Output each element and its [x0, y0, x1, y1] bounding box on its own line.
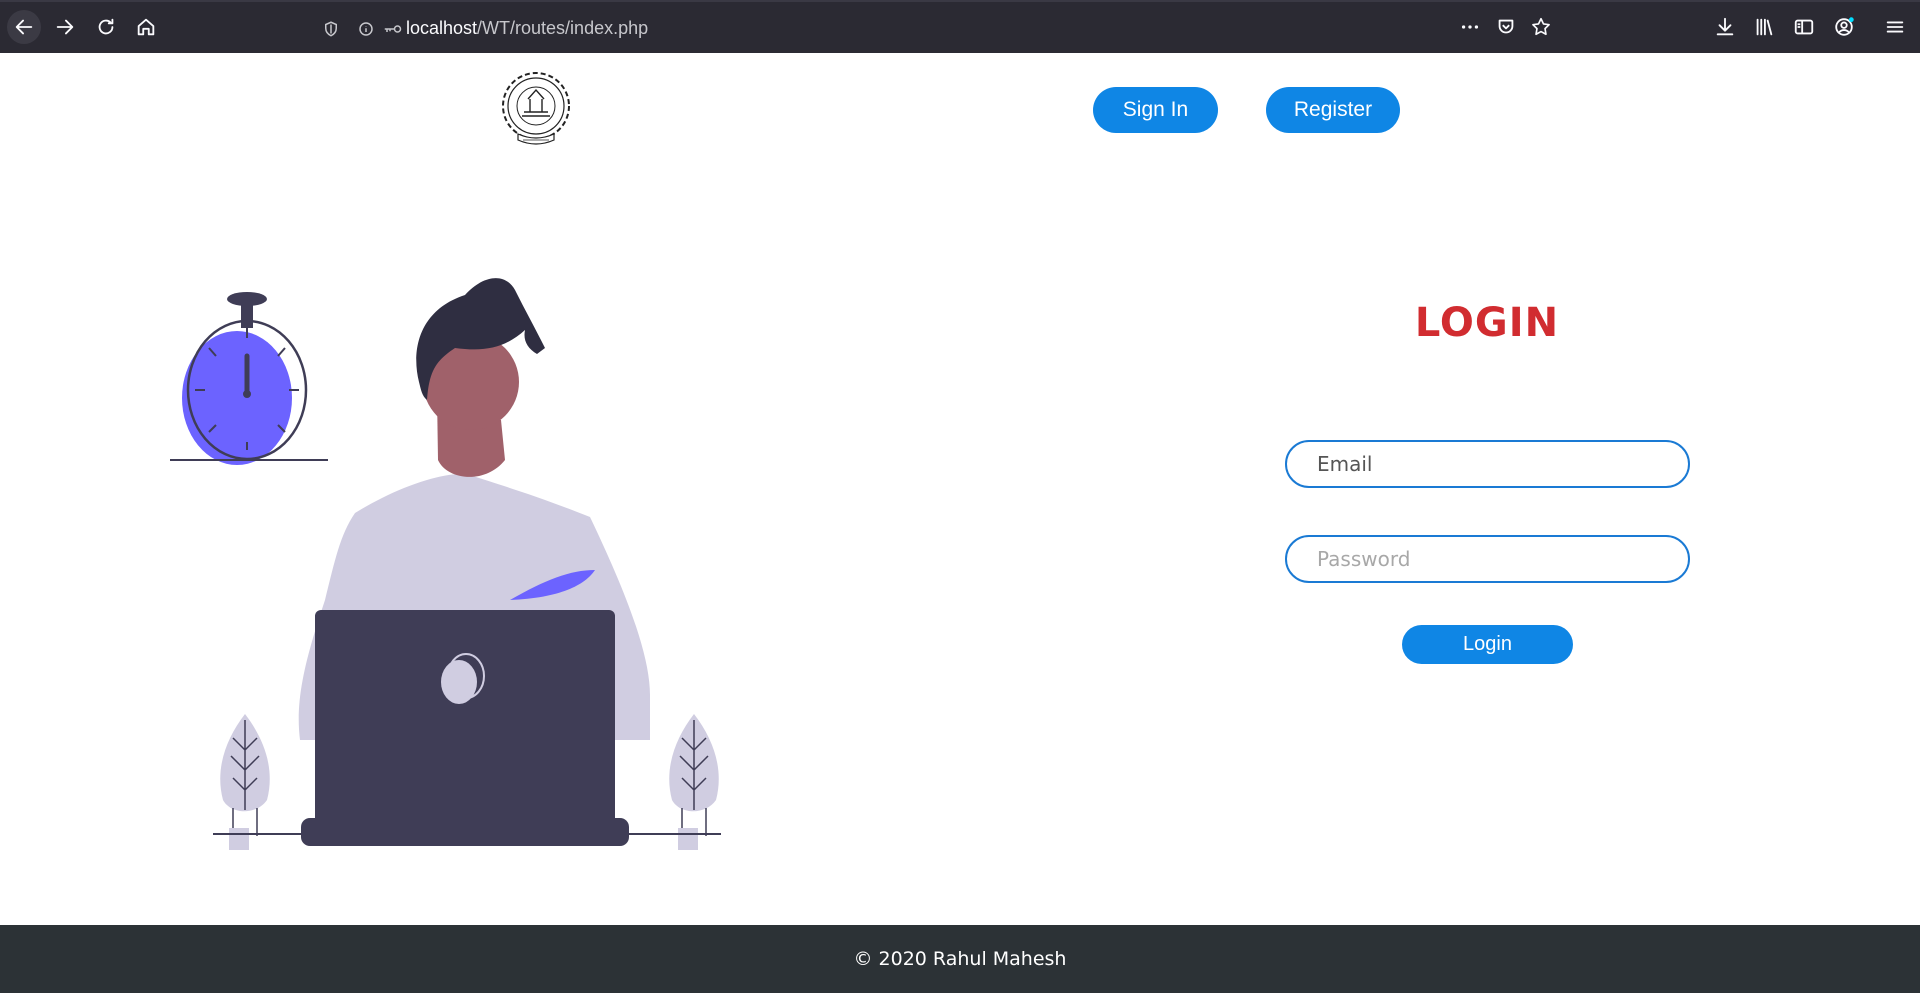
url-bar[interactable]: localhost/WT/routes/index.php	[310, 12, 1570, 44]
signin-button[interactable]: Sign In	[1093, 87, 1218, 133]
stopwatch-icon	[170, 292, 328, 465]
home-icon[interactable]	[129, 10, 163, 44]
menu-icon[interactable]	[1878, 10, 1912, 44]
browser-toolbar: localhost/WT/routes/index.php	[0, 0, 1920, 53]
login-button[interactable]: Login	[1402, 625, 1573, 664]
email-field[interactable]	[1285, 440, 1690, 488]
url-path: /WT/routes/index.php	[477, 17, 649, 38]
download-icon[interactable]	[1708, 10, 1742, 44]
password-field[interactable]	[1285, 535, 1690, 583]
plant-right-icon	[669, 714, 719, 850]
login-title: LOGIN	[1414, 300, 1560, 346]
key-icon[interactable]	[380, 20, 406, 38]
college-logo	[502, 72, 570, 145]
star-icon[interactable]	[1524, 10, 1558, 44]
footer-copyright: © 2020 Rahul Mahesh	[853, 948, 1067, 970]
back-icon[interactable]	[7, 10, 41, 44]
sidebar-icon[interactable]	[1787, 10, 1821, 44]
footer: © 2020 Rahul Mahesh	[0, 925, 1920, 993]
plant-left-icon	[220, 714, 270, 850]
info-icon[interactable]	[355, 20, 377, 38]
reload-icon[interactable]	[89, 10, 123, 44]
more-icon[interactable]	[1453, 10, 1487, 44]
pocket-icon[interactable]	[1489, 10, 1523, 44]
url-text[interactable]: localhost/WT/routes/index.php	[406, 18, 648, 39]
shield-icon[interactable]	[320, 20, 342, 38]
person-laptop-illustration	[170, 278, 721, 850]
register-button[interactable]: Register	[1266, 87, 1400, 133]
library-icon[interactable]	[1747, 10, 1781, 44]
url-host: localhost	[406, 17, 478, 38]
forward-icon[interactable]	[48, 10, 82, 44]
account-icon[interactable]	[1827, 10, 1861, 44]
